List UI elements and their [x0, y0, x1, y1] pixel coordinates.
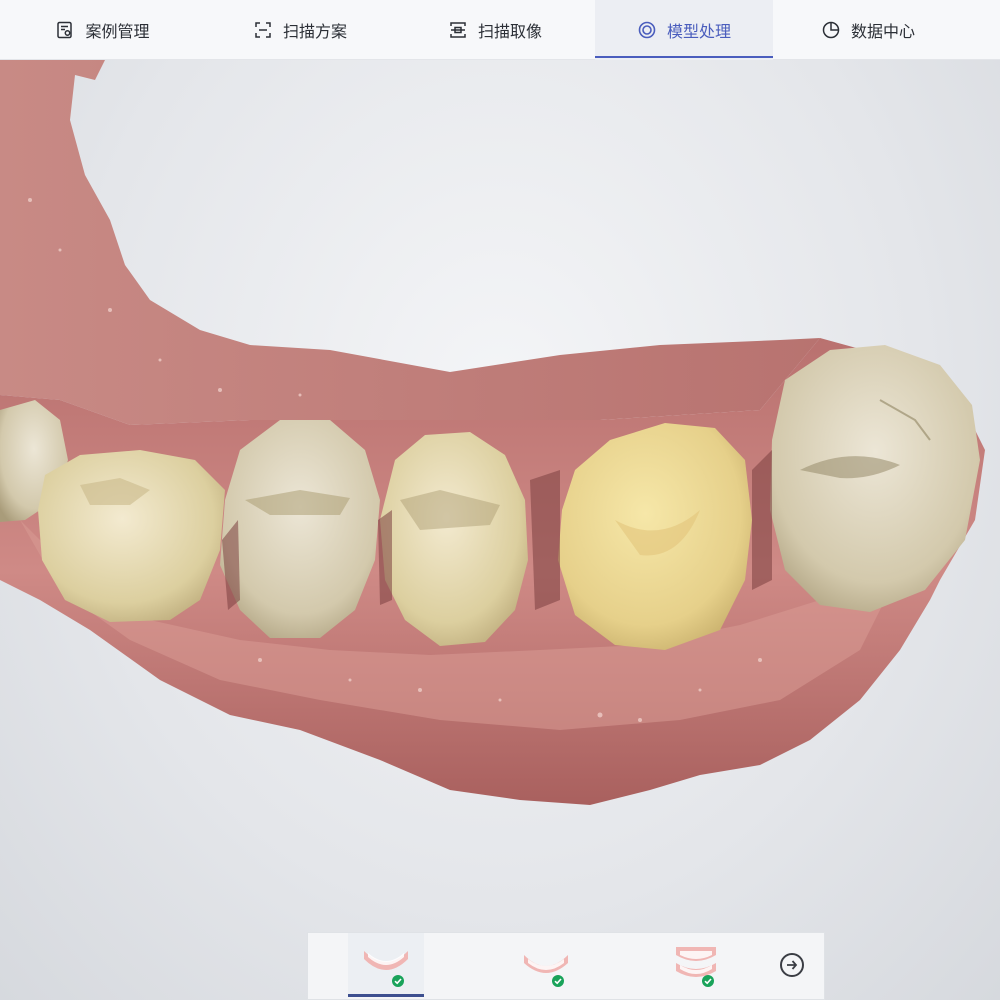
jaw-scan-model[interactable] — [0, 60, 1000, 1000]
tab-label: 扫描方案 — [282, 22, 347, 41]
tab-label: 案例管理 — [85, 22, 150, 41]
lower-jaw-icon — [364, 951, 408, 970]
check-icon — [392, 975, 404, 987]
gum-lingual — [0, 60, 820, 425]
tab-scan-plan[interactable]: 扫描方案 — [205, 0, 395, 60]
bite-button[interactable] — [658, 933, 734, 997]
scan-capture-icon — [448, 20, 468, 40]
tab-label: 数据中心 — [850, 22, 915, 41]
case-management-icon — [55, 20, 75, 40]
check-icon — [552, 975, 564, 987]
check-icon — [702, 975, 714, 987]
scan-plan-icon — [253, 20, 273, 40]
top-nav: 案例管理 扫描方案 扫描取像 模型处理 数据中心 — [0, 0, 1000, 60]
lower-jaw-button[interactable] — [348, 933, 424, 997]
tab-label: 模型处理 — [666, 22, 731, 41]
data-center-icon — [821, 20, 841, 40]
tooth-3 — [380, 432, 528, 646]
tooth-1 — [38, 450, 225, 622]
tab-label: 扫描取像 — [477, 22, 542, 41]
upper-jaw-icon — [524, 955, 568, 973]
tab-case-management[interactable]: 案例管理 — [0, 0, 205, 60]
upper-jaw-button[interactable] — [508, 933, 584, 997]
tab-data-center[interactable]: 数据中心 — [773, 0, 963, 60]
model-viewport[interactable] — [0, 60, 1000, 1000]
tab-scan-capture[interactable]: 扫描取像 — [395, 0, 595, 60]
next-button[interactable] — [780, 953, 804, 977]
tooth-5 — [770, 345, 980, 612]
tooth-2 — [220, 420, 380, 638]
tab-model-processing[interactable]: 模型处理 — [595, 0, 773, 60]
model-processing-icon — [637, 20, 657, 40]
arrow-right-circle-icon — [787, 960, 798, 970]
bite-icon — [676, 947, 716, 977]
jaw-selector-bar — [307, 932, 825, 1000]
